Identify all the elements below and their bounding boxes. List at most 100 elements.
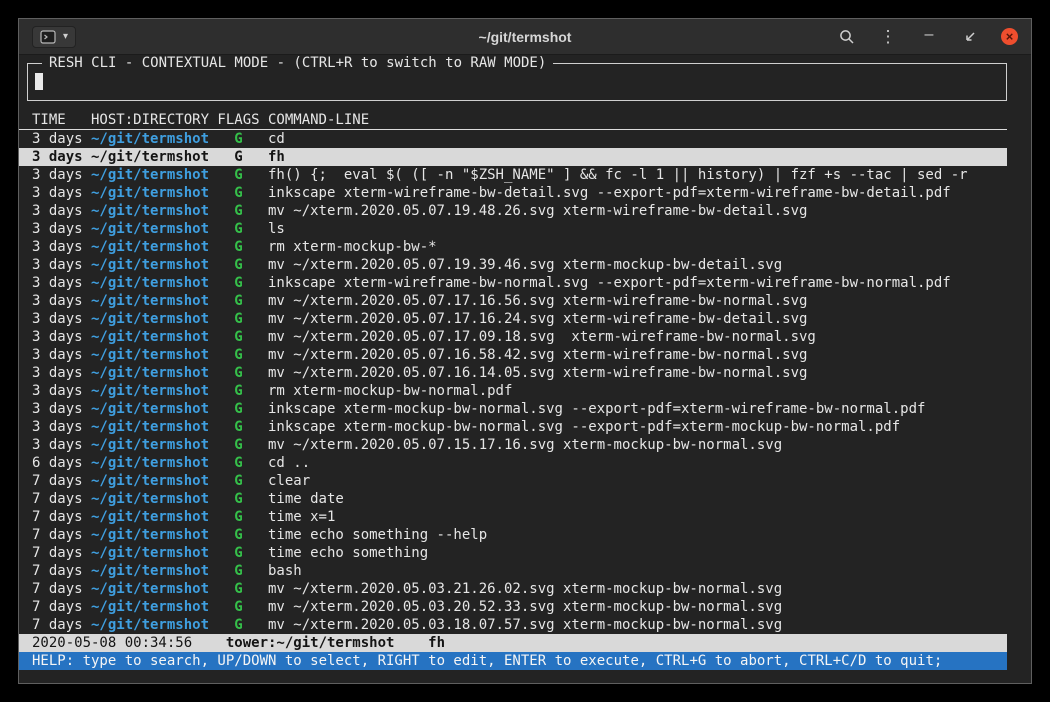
menu-button[interactable]: ⋮ [878,27,898,47]
row-cmd: inkscape xterm-wireframe-bw-normal.svg -… [268,275,951,291]
row-cmd: time echo something --help [268,527,487,543]
titlebar[interactable]: ▾ ~/git/termshot ⋮ – [19,19,1031,55]
header-command-line: COMMAND-LINE [268,112,369,128]
row-flags: G [217,166,268,184]
history-row[interactable]: 3 days~/git/termshotGrm xterm-mockup-bw-… [19,382,1007,400]
row-host: ~/git/termshot [91,292,217,310]
new-terminal-button[interactable]: ▾ [32,26,76,48]
search-button[interactable] [837,27,857,47]
row-host: ~/git/termshot [91,364,217,382]
row-cmd: mv ~/xterm.2020.05.07.17.09.18.svg xterm… [268,329,816,345]
row-host: ~/git/termshot [91,346,217,364]
close-button[interactable]: × [1001,28,1018,45]
history-row[interactable]: 3 days~/git/termshotGmv ~/xterm.2020.05.… [19,202,1007,220]
new-terminal-icon [40,30,56,44]
row-host: ~/git/termshot [91,400,217,418]
row-host: ~/git/termshot [91,274,217,292]
row-flags: G [217,562,268,580]
row-host: ~/git/termshot [91,616,217,634]
row-host: ~/git/termshot [91,310,217,328]
text-cursor [35,73,43,90]
row-flags: G [217,148,268,166]
row-time: 3 days [32,364,91,382]
row-host: ~/git/termshot [91,472,217,490]
row-time: 6 days [32,454,91,472]
header-host-directory: HOST:DIRECTORY [91,111,217,129]
status-command: fh [428,635,445,651]
header-flags: FLAGS [217,111,268,129]
history-row[interactable]: 7 days~/git/termshotGmv ~/xterm.2020.05.… [19,616,1007,634]
row-time: 3 days [32,256,91,274]
history-row[interactable]: 3 days~/git/termshotGrm xterm-mockup-bw-… [19,238,1007,256]
row-time: 7 days [32,616,91,634]
row-flags: G [217,220,268,238]
history-row[interactable]: 6 days~/git/termshotGcd .. [19,454,1007,472]
history-row[interactable]: 3 days~/git/termshotGinkscape xterm-wire… [19,184,1007,202]
history-row[interactable]: 3 days~/git/termshotGmv ~/xterm.2020.05.… [19,436,1007,454]
row-cmd: mv ~/xterm.2020.05.07.17.16.56.svg xterm… [268,293,807,309]
history-row[interactable]: 7 days~/git/termshotGtime echo something… [19,526,1007,544]
history-row[interactable]: 7 days~/git/termshotGtime x=1 [19,508,1007,526]
row-host: ~/git/termshot [91,328,217,346]
row-time: 3 days [32,148,91,166]
history-row[interactable]: 3 days~/git/termshotGcd [19,130,1007,148]
row-flags: G [217,436,268,454]
minimize-button[interactable]: – [919,27,939,47]
row-host: ~/git/termshot [91,598,217,616]
minimize-icon: – [925,27,934,43]
help-bar: HELP: type to search, UP/DOWN to select,… [19,652,1007,670]
history-row[interactable]: 3 days~/git/termshotGinkscape xterm-mock… [19,400,1007,418]
row-time: 7 days [32,526,91,544]
history-row[interactable]: 7 days~/git/termshotGmv ~/xterm.2020.05.… [19,580,1007,598]
close-icon: × [1006,30,1014,43]
history-row[interactable]: 3 days~/git/termshotGmv ~/xterm.2020.05.… [19,346,1007,364]
history-row[interactable]: 7 days~/git/termshotGclear [19,472,1007,490]
row-flags: G [217,526,268,544]
row-cmd: mv ~/xterm.2020.05.03.21.26.02.svg xterm… [268,581,782,597]
kebab-menu-icon: ⋮ [880,28,897,45]
history-row[interactable]: 3 days~/git/termshotGmv ~/xterm.2020.05.… [19,292,1007,310]
row-cmd: time echo something [268,545,428,561]
history-row[interactable]: 3 days~/git/termshotGmv ~/xterm.2020.05.… [19,256,1007,274]
row-flags: G [217,346,268,364]
row-cmd: inkscape xterm-mockup-bw-normal.svg --ex… [268,401,925,417]
row-time: 7 days [32,562,91,580]
row-time: 3 days [32,184,91,202]
history-row-selected[interactable]: 3 days~/git/termshotGfh [19,148,1007,166]
history-row[interactable]: 3 days~/git/termshotGls [19,220,1007,238]
terminal-screen[interactable]: RESH CLI - CONTEXTUAL MODE - (CTRL+R to … [19,55,1031,683]
history-row[interactable]: 3 days~/git/termshotGmv ~/xterm.2020.05.… [19,310,1007,328]
row-time: 3 days [32,382,91,400]
row-cmd: inkscape xterm-wireframe-bw-detail.svg -… [268,185,951,201]
history-row[interactable]: 3 days~/git/termshotGinkscape xterm-mock… [19,418,1007,436]
row-cmd: mv ~/xterm.2020.05.07.19.39.46.svg xterm… [268,257,782,273]
history-row[interactable]: 3 days~/git/termshotGmv ~/xterm.2020.05.… [19,364,1007,382]
row-time: 3 days [32,220,91,238]
history-row[interactable]: 7 days~/git/termshotGbash [19,562,1007,580]
history-row[interactable]: 7 days~/git/termshotGmv ~/xterm.2020.05.… [19,598,1007,616]
row-time: 3 days [32,292,91,310]
search-query-input[interactable]: RESH CLI - CONTEXTUAL MODE - (CTRL+R to … [27,63,1007,101]
row-cmd: mv ~/xterm.2020.05.03.18.07.57.svg xterm… [268,617,782,633]
row-flags: G [217,400,268,418]
row-host: ~/git/termshot [91,256,217,274]
row-host: ~/git/termshot [91,508,217,526]
row-flags: G [217,274,268,292]
history-row[interactable]: 7 days~/git/termshotGtime date [19,490,1007,508]
status-bar: 2020-05-08 00:34:56tower:~/git/termshotf… [19,634,1007,652]
history-row[interactable]: 3 days~/git/termshotGmv ~/xterm.2020.05.… [19,328,1007,346]
row-cmd: mv ~/xterm.2020.05.03.20.52.33.svg xterm… [268,599,782,615]
row-host: ~/git/termshot [91,220,217,238]
history-row[interactable]: 7 days~/git/termshotGtime echo something [19,544,1007,562]
restore-button[interactable] [960,27,980,47]
row-time: 3 days [32,310,91,328]
row-flags: G [217,544,268,562]
row-flags: G [217,130,268,148]
history-row[interactable]: 3 days~/git/termshotGinkscape xterm-wire… [19,274,1007,292]
row-time: 3 days [32,346,91,364]
status-datetime: 2020-05-08 00:34:56 [32,635,192,651]
row-time: 7 days [32,544,91,562]
row-time: 3 days [32,418,91,436]
row-cmd: ls [268,221,285,237]
history-row[interactable]: 3 days~/git/termshotGfh() {; eval $( ([ … [19,166,1007,184]
